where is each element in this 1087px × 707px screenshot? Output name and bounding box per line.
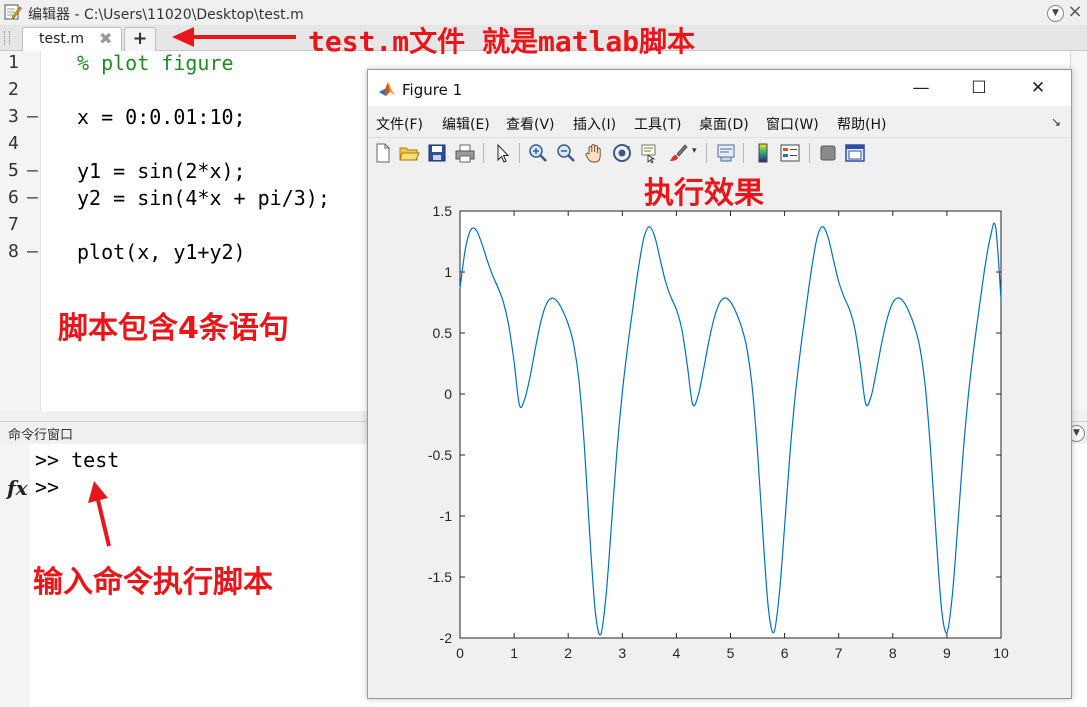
legend-icon[interactable] xyxy=(779,142,801,164)
pan-hand-icon[interactable] xyxy=(583,142,605,164)
line-number: 4 xyxy=(8,133,19,154)
save-icon[interactable] xyxy=(426,142,448,164)
code-line-comment[interactable]: % plot figure xyxy=(77,51,234,75)
annotation-cmd-note: 输入命令执行脚本 xyxy=(33,565,273,600)
figure-toolbar: ▾ xyxy=(368,137,1071,169)
y-tick-label: 1 xyxy=(444,264,452,280)
annotation-script-note: 脚本包含4条语句 xyxy=(58,311,289,346)
toolbar-separator xyxy=(483,143,484,163)
toolbar-separator xyxy=(706,143,707,163)
line-number: 7 xyxy=(8,214,19,235)
editor-scrollbar[interactable] xyxy=(1070,51,1087,411)
zoom-out-icon[interactable] xyxy=(555,142,577,164)
y-tick-label: 0 xyxy=(444,386,452,402)
y-tick-label: -2 xyxy=(440,630,453,646)
x-tick-label: 0 xyxy=(456,645,464,661)
y-tick-label: 0.5 xyxy=(433,325,453,341)
breakpoint-dash[interactable]: — xyxy=(27,106,38,127)
x-tick-label: 1 xyxy=(510,645,518,661)
editor-options-icon[interactable]: ▼ xyxy=(1047,5,1064,22)
pointer-icon[interactable] xyxy=(491,142,513,164)
rotate-3d-icon[interactable] xyxy=(611,142,633,164)
hide-tools-icon[interactable] xyxy=(817,142,839,164)
tab-grip-icon[interactable] xyxy=(4,31,10,45)
axes-box xyxy=(459,210,1002,639)
link-plot-icon[interactable] xyxy=(715,142,737,164)
command-prompt[interactable]: >> xyxy=(35,475,59,499)
figure-canvas[interactable]: 0 1 2 3 4 5 6 7 8 9 10 -2 -1.5 -1 -0.5 0 0.5 1 1.5 xyxy=(368,168,1071,698)
close-icon[interactable]: ✕ xyxy=(1018,76,1058,100)
y-tick-label: 1.5 xyxy=(433,203,453,219)
y-tick-label: -0.5 xyxy=(428,447,452,463)
menu-file[interactable]: 文件(F) xyxy=(376,114,423,134)
x-tick-label: 6 xyxy=(781,645,789,661)
line-number: 2 xyxy=(8,79,19,100)
menu-view[interactable]: 查看(V) xyxy=(506,114,555,134)
colorbar-icon[interactable] xyxy=(752,142,774,164)
command-line[interactable]: >> test xyxy=(35,448,119,472)
fx-icon[interactable]: fx xyxy=(7,476,28,500)
plot-axes[interactable]: 0 1 2 3 4 5 6 7 8 9 10 -2 -1.5 -1 -0.5 0 0.5 1 1.5 xyxy=(368,168,1071,698)
line-number: 8 xyxy=(8,241,19,262)
x-tick-label: 4 xyxy=(673,645,681,661)
code-line[interactable]: x = 0:0.01:10; xyxy=(77,105,246,129)
menu-tools[interactable]: 工具(T) xyxy=(634,114,681,134)
data-cursor-icon[interactable] xyxy=(639,142,661,164)
toolbar-separator xyxy=(809,143,810,163)
code-line[interactable]: y2 = sin(4*x + pi/3); xyxy=(77,186,330,210)
command-window-title: 命令行窗口 xyxy=(8,428,74,443)
line-number: 3 xyxy=(8,106,19,127)
editor-close-icon[interactable]: × xyxy=(1066,2,1084,22)
figure-title: Figure 1 xyxy=(402,81,463,99)
menu-edit[interactable]: 编辑(E) xyxy=(442,114,490,134)
annotation-tab-note: test.m文件 就是matlab脚本 xyxy=(308,25,696,58)
menu-window[interactable]: 窗口(W) xyxy=(766,114,819,134)
figure-window[interactable]: Figure 1 — ☐ ✕ 文件(F) 编辑(E) 查看(V) 插入(I) 工… xyxy=(367,69,1072,699)
x-tick-label: 10 xyxy=(993,645,1009,661)
matlab-logo-icon xyxy=(379,82,395,96)
tab-close-icon[interactable]: ✖ xyxy=(99,29,112,48)
breakpoint-dash[interactable]: — xyxy=(27,187,38,208)
open-folder-icon[interactable] xyxy=(398,142,420,164)
editor-pencil-icon xyxy=(4,4,22,20)
y-tick-label: -1.5 xyxy=(428,569,452,585)
new-tab-button[interactable]: + xyxy=(124,27,156,51)
menu-desktop[interactable]: 桌面(D) xyxy=(699,114,749,134)
print-icon[interactable] xyxy=(454,142,476,164)
x-tick-label: 2 xyxy=(564,645,572,661)
menu-insert[interactable]: 插入(I) xyxy=(573,114,616,134)
x-tick-label: 5 xyxy=(727,645,735,661)
brush-dropdown-icon[interactable]: ▾ xyxy=(692,146,697,156)
line-number: 5 xyxy=(8,160,19,181)
x-tick-label: 9 xyxy=(943,645,951,661)
menu-help[interactable]: 帮助(H) xyxy=(837,114,886,134)
brush-icon[interactable] xyxy=(667,142,689,164)
code-line[interactable]: y1 = sin(2*x); xyxy=(77,159,246,183)
annotation-effect-note: 执行效果 xyxy=(644,176,764,211)
menu-overflow-icon[interactable]: ↘ xyxy=(1051,115,1061,129)
code-line[interactable]: plot(x, y1+y2) xyxy=(77,240,246,264)
dock-icon[interactable] xyxy=(844,142,866,164)
x-tick-label: 7 xyxy=(835,645,843,661)
toolbar-separator xyxy=(519,143,520,163)
maximize-icon[interactable]: ☐ xyxy=(959,76,999,100)
new-file-icon[interactable] xyxy=(372,142,394,164)
minimize-icon[interactable]: — xyxy=(901,76,941,100)
line-number-gutter: 1 2 3 4 5 6 7 8 — — — — xyxy=(0,51,41,411)
breakpoint-dash[interactable]: — xyxy=(27,241,38,262)
figure-titlebar: Figure 1 — ☐ ✕ xyxy=(368,70,1071,106)
x-tick-label: 3 xyxy=(618,645,626,661)
y-tick-label: -1 xyxy=(440,508,453,524)
zoom-in-icon[interactable] xyxy=(527,142,549,164)
x-tick-label: 8 xyxy=(889,645,897,661)
toolbar-separator xyxy=(743,143,744,163)
tab-label: test.m xyxy=(39,31,84,47)
breakpoint-dash[interactable]: — xyxy=(27,160,38,181)
figure-menubar: 文件(F) 编辑(E) 查看(V) 插入(I) 工具(T) 桌面(D) 窗口(W… xyxy=(368,107,1071,137)
line-number: 6 xyxy=(8,187,19,208)
editor-title: 编辑器 - C:\Users\11020\Desktop\test.m xyxy=(28,7,304,23)
line-number: 1 xyxy=(8,52,19,73)
tab-test-m[interactable]: test.m ✖ xyxy=(22,27,122,51)
